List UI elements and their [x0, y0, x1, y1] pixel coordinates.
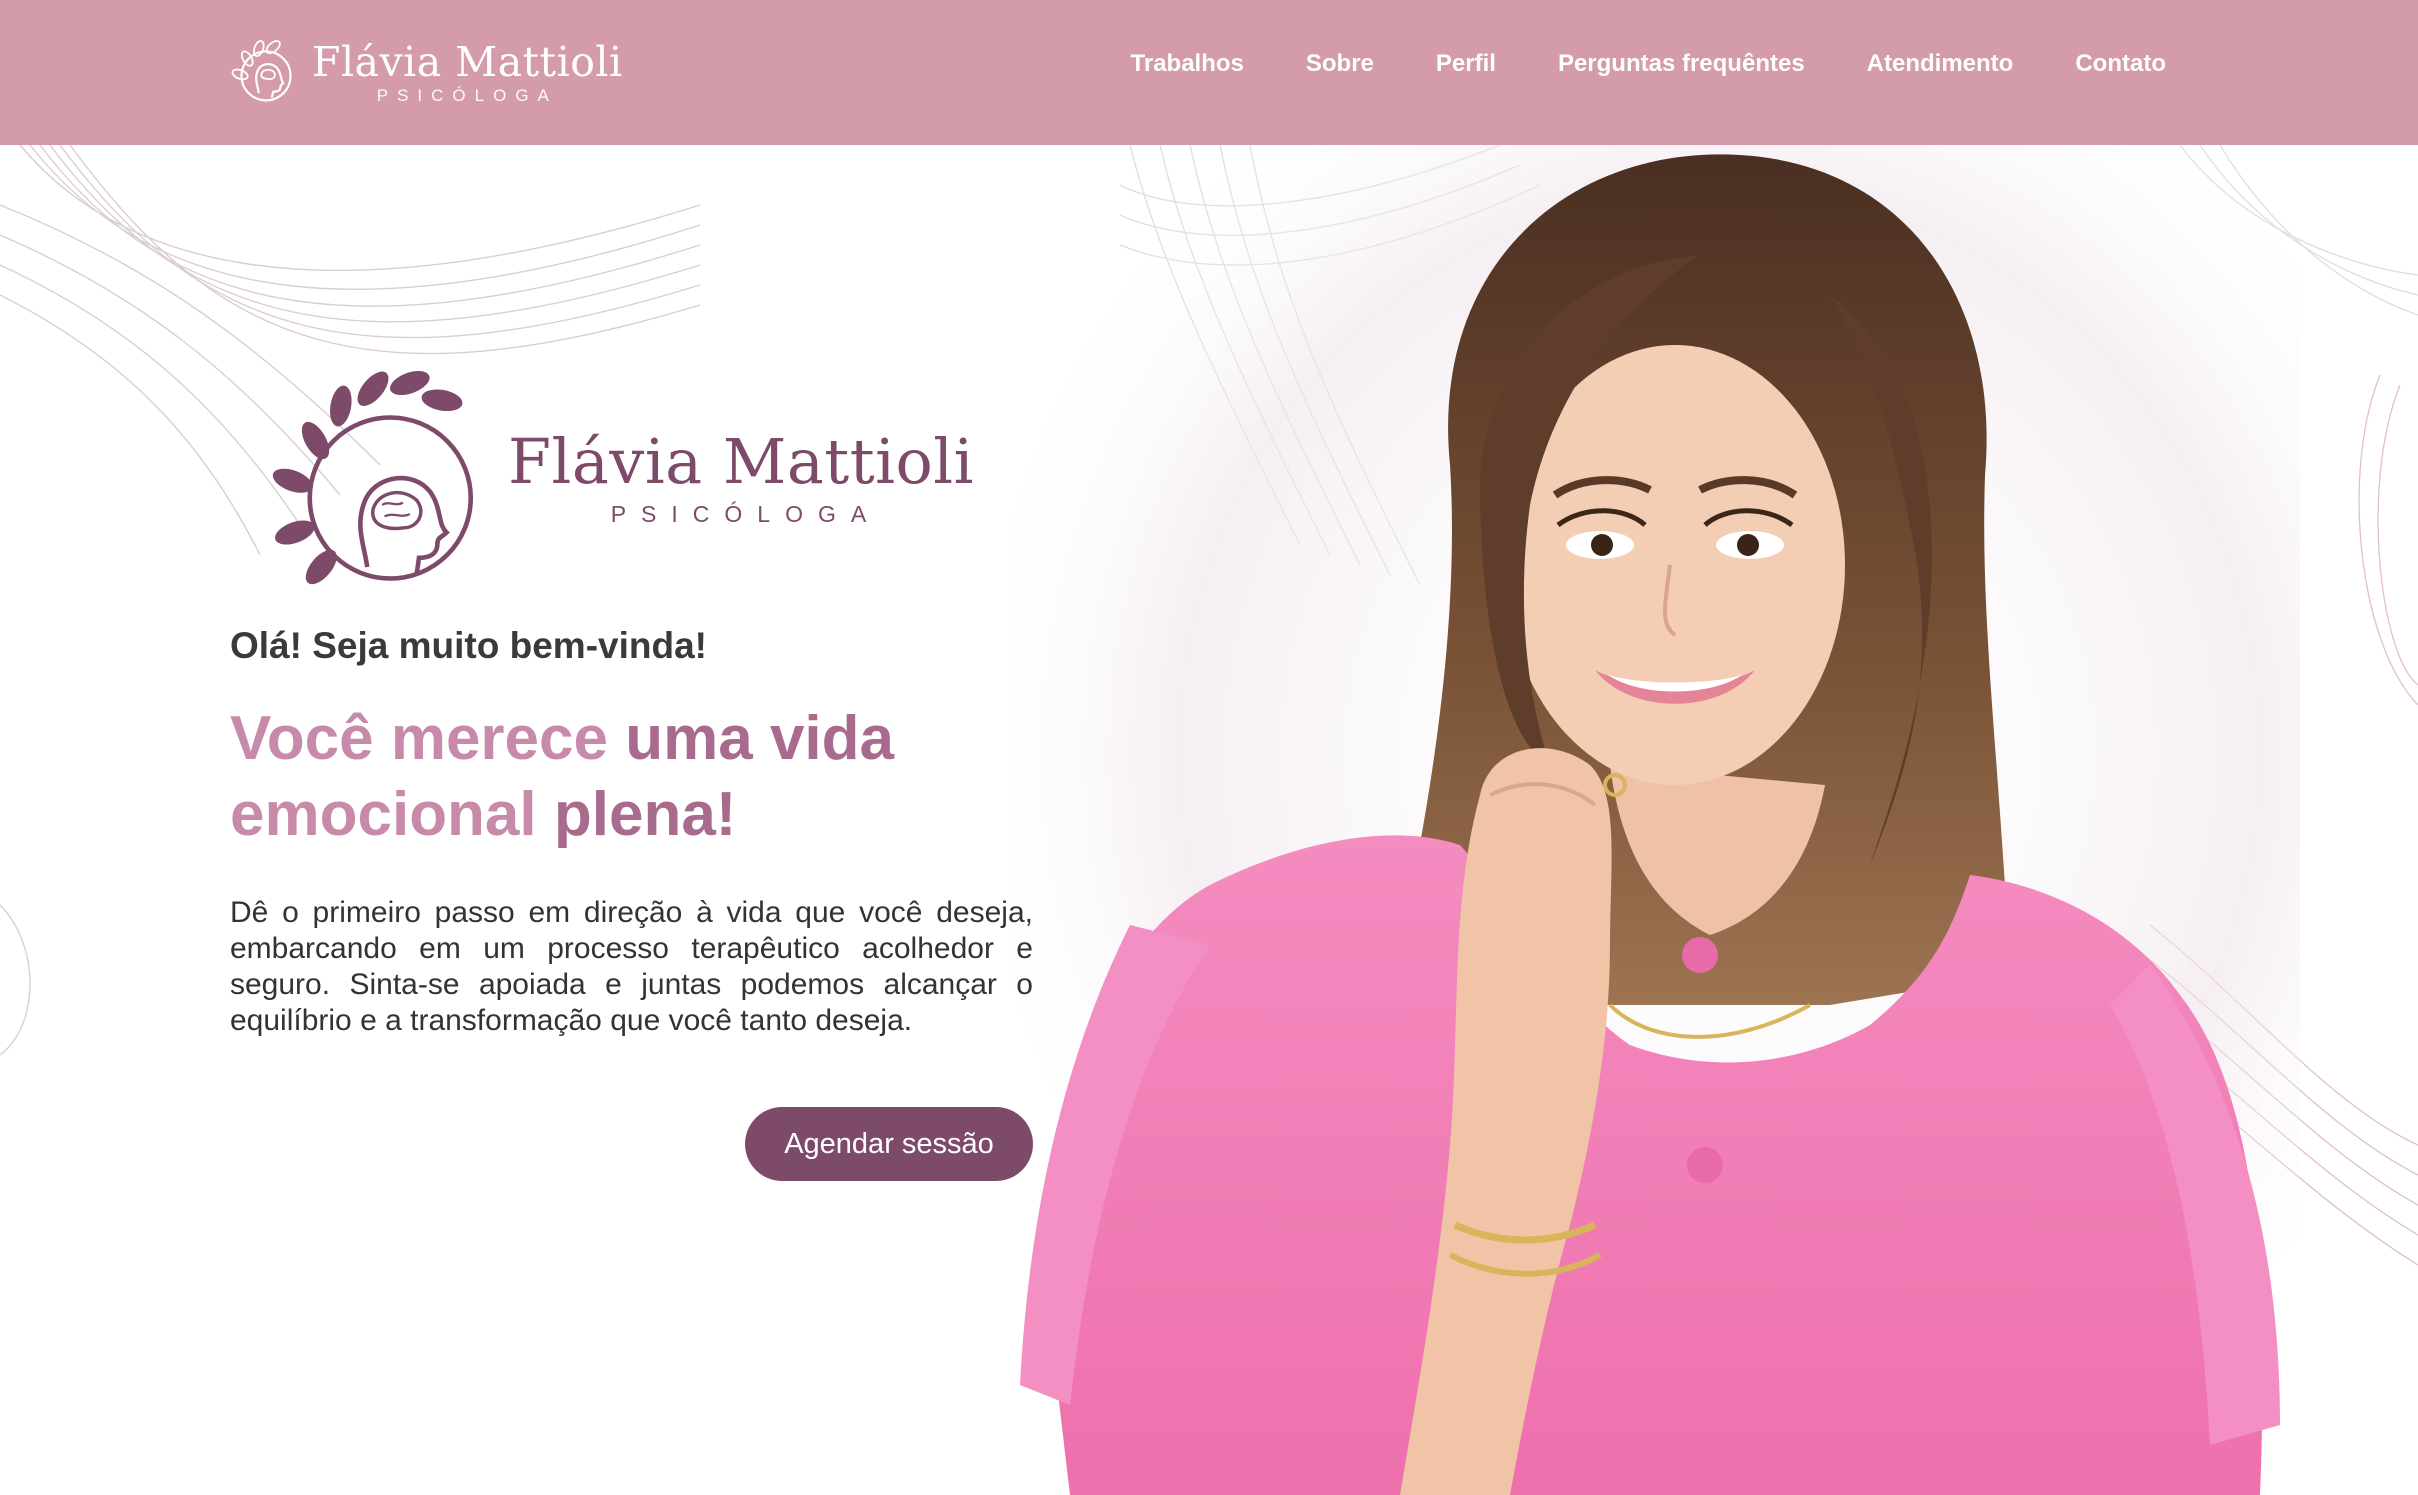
brand-subtitle: PSICÓLOGA	[376, 86, 558, 105]
hero-headline: Você merece uma vida emocional plena!	[230, 701, 1033, 853]
headline-part-2: uma vida	[625, 704, 895, 773]
hero-description: Dê o primeiro passo em direção à vida qu…	[230, 896, 1033, 1037]
nav-link-trabalhos[interactable]: Trabalhos	[1131, 50, 1244, 78]
psychologist-portrait-photo	[1010, 145, 2300, 1495]
nav-link-contato[interactable]: Contato	[2075, 50, 2166, 78]
head-with-leaves-logo-icon	[272, 370, 474, 585]
schedule-session-button[interactable]: Agendar sessão	[745, 1107, 1033, 1181]
hero-logo-subtitle: PSICÓLOGA	[610, 500, 882, 527]
nav-link-faq[interactable]: Perguntas frequêntes	[1558, 50, 1805, 78]
top-navigation-bar: Flávia Mattioli PSICÓLOGA Trabalhos Sobr…	[0, 0, 2418, 145]
hero-logo: Flávia Mattioli PSICÓLOGA	[258, 360, 1033, 590]
greeting-text: Olá! Seja muito bem-vinda!	[230, 625, 707, 666]
head-with-leaves-logo-icon	[231, 40, 292, 102]
nav-link-perfil[interactable]: Perfil	[1436, 50, 1496, 78]
header-brand-logo[interactable]: Flávia Mattioli PSICÓLOGA	[230, 34, 623, 112]
main-nav: Trabalhos Sobre Perfil Perguntas frequên…	[1131, 50, 2166, 78]
brand-name: Flávia Mattioli	[312, 38, 623, 86]
hero-logo-name: Flávia Mattioli	[508, 424, 974, 498]
headline-part-1: Você merece	[230, 704, 626, 773]
headline-part-3: emocional	[230, 780, 554, 849]
hero-section: Flávia Mattioli PSICÓLOGA Olá! Seja muit…	[230, 360, 1033, 1181]
nav-link-sobre[interactable]: Sobre	[1306, 50, 1374, 78]
headline-part-4: plena!	[553, 780, 737, 849]
nav-link-atendimento[interactable]: Atendimento	[1867, 50, 2014, 78]
